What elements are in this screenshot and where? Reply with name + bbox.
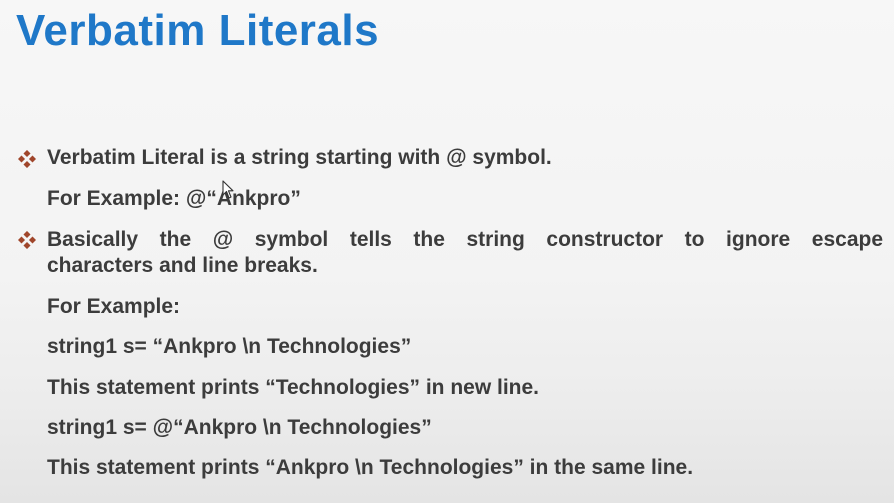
note-1: This statement prints “Technologies” in … (47, 376, 540, 399)
bullet2-text-line2: characters and line breaks. (47, 254, 318, 277)
bullet2-example-label: For Example: (47, 295, 181, 318)
code-example-2: string1 s= @“Ankpro \n Technologies” (47, 416, 432, 439)
mouse-pointer-icon (222, 180, 234, 205)
diamond-bullet-icon (18, 150, 36, 168)
diamond-bullet-icon (18, 231, 36, 249)
bullet2-text: Basically the @ symbol tells the string … (47, 227, 883, 279)
bullet1-example: For Example: @“Ankpro” (47, 187, 301, 210)
bullet1-text: Verbatim Literal is a string starting wi… (47, 146, 552, 169)
code-example-1: string1 s= “Ankpro \n Technologies” (47, 335, 412, 358)
note-2: This statement prints “Ankpro \n Technol… (47, 456, 694, 479)
slide-title: Verbatim Literals (16, 6, 380, 55)
bullet2-text-line1: Basically the @ symbol tells the string … (47, 228, 883, 251)
